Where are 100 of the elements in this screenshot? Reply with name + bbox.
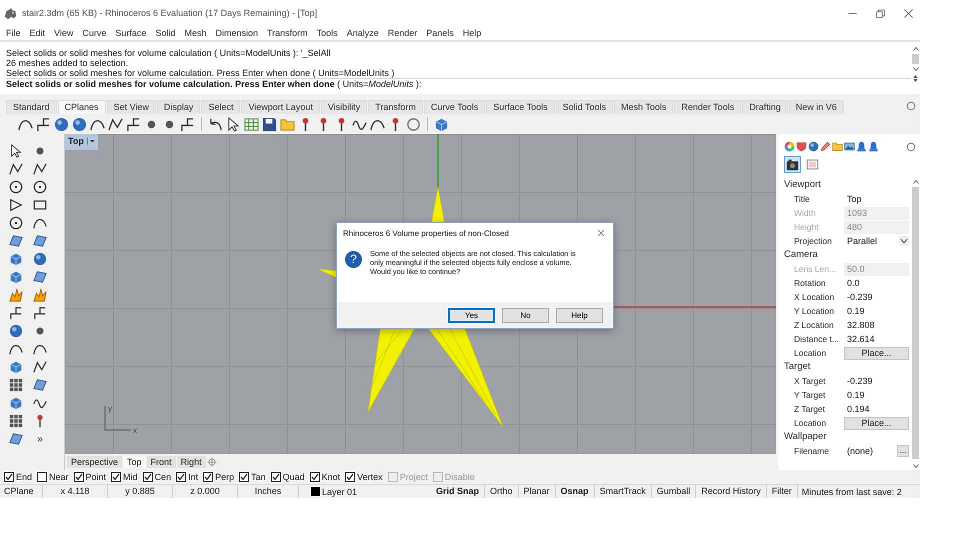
status-toggle[interactable]: Gumball: [652, 485, 696, 498]
step-line-icon[interactable]: [126, 116, 141, 132]
surface-icon[interactable]: [33, 378, 47, 392]
surface-icon[interactable]: [33, 270, 47, 284]
status-text[interactable]: CPlane: [0, 485, 43, 498]
chevron-down-icon[interactable]: [899, 236, 909, 246]
toolbar-tab[interactable]: Drafting: [742, 100, 788, 114]
menu-item[interactable]: Panels: [426, 28, 454, 38]
chevron-up-icon[interactable]: [912, 178, 920, 186]
checkbox[interactable]: [74, 472, 84, 482]
close-icon[interactable]: [597, 229, 605, 237]
dialog-button[interactable]: Yes: [448, 308, 495, 322]
dialog-button[interactable]: Help: [556, 308, 603, 322]
status-toggle[interactable]: Record History: [696, 485, 767, 498]
cube-icon[interactable]: [9, 360, 23, 374]
curve-icon[interactable]: [33, 216, 47, 230]
toolbar-tab[interactable]: Viewport Layout: [241, 100, 320, 114]
menu-item[interactable]: Dimension: [215, 28, 258, 38]
cursor-arrow-icon[interactable]: [226, 116, 241, 132]
surface-icon[interactable]: [33, 234, 47, 248]
bell-icon[interactable]: [868, 141, 879, 152]
ring-icon[interactable]: [406, 116, 421, 132]
menu-item[interactable]: Curve: [82, 28, 106, 38]
grid-window-icon[interactable]: [244, 116, 259, 132]
circle-icon[interactable]: [33, 180, 47, 194]
toolbar-tab[interactable]: Display: [156, 100, 200, 114]
color-wheel-icon[interactable]: [784, 141, 795, 152]
surface-icon[interactable]: [9, 432, 23, 446]
image-icon[interactable]: [844, 141, 855, 152]
cube-icon[interactable]: [9, 270, 23, 284]
viewport-tab[interactable]: Right: [176, 456, 206, 468]
status-toggle[interactable]: SmartTrack: [594, 485, 652, 498]
step-line-icon[interactable]: [33, 306, 47, 320]
menu-item[interactable]: View: [54, 28, 74, 38]
viewport-tab[interactable]: Perspective: [67, 456, 122, 468]
menu-item[interactable]: Transform: [267, 28, 308, 38]
cube-icon[interactable]: [434, 116, 449, 132]
curve-icon[interactable]: [33, 342, 47, 356]
command-prompt[interactable]: Select solids or solid meshes for volume calculation. Press Enter when done ( Units=ModelUnits ):: [6, 78, 911, 90]
spin-arrows-icon[interactable]: [911, 74, 920, 83]
place-button[interactable]: Place...: [844, 346, 909, 360]
checkbox[interactable]: [345, 472, 356, 482]
checkbox[interactable]: [270, 472, 281, 482]
polyline-icon[interactable]: [33, 360, 47, 374]
step-line-icon[interactable]: [9, 306, 23, 320]
square-grid-icon[interactable]: [9, 378, 23, 392]
scrollbar-thumb[interactable]: [912, 187, 919, 459]
polyline-icon[interactable]: [108, 116, 123, 132]
checkbox[interactable]: [111, 472, 122, 482]
layer-name[interactable]: Layer 01: [322, 486, 358, 496]
checkbox[interactable]: [4, 472, 14, 482]
more-tools-button[interactable]: »: [37, 434, 43, 444]
camera-icon[interactable]: [784, 156, 801, 173]
close-icon[interactable]: [903, 8, 914, 18]
cursor-arrow-icon[interactable]: [9, 144, 23, 158]
rectangle-icon[interactable]: [33, 198, 47, 212]
viewport-tab[interactable]: Top: [123, 456, 146, 468]
menu-item[interactable]: File: [6, 28, 21, 38]
chevron-down-icon[interactable]: [912, 65, 920, 73]
cube-icon[interactable]: [9, 396, 23, 410]
shield-icon[interactable]: [796, 141, 807, 152]
restore-icon[interactable]: [875, 8, 886, 18]
menu-item[interactable]: Solid: [155, 28, 176, 38]
status-toggle[interactable]: Ortho: [485, 485, 519, 498]
burst-icon[interactable]: [9, 288, 23, 302]
status-toggle[interactable]: Osnap: [556, 485, 595, 498]
toolbar-tab[interactable]: Select: [201, 100, 240, 114]
menu-item[interactable]: Analyze: [346, 28, 379, 38]
place-button[interactable]: Place...: [844, 416, 909, 430]
status-toggle[interactable]: Planar: [518, 485, 556, 498]
checkbox[interactable]: [203, 472, 214, 482]
scrollbar-thumb[interactable]: [912, 54, 919, 64]
burst-icon[interactable]: [33, 288, 47, 302]
polyline-icon[interactable]: [9, 162, 23, 176]
circle-icon[interactable]: [9, 180, 23, 194]
square-grid-icon[interactable]: [9, 414, 23, 428]
viewport-title-tab[interactable]: Top: [65, 134, 98, 150]
toolbar-tab[interactable]: CPlanes: [58, 100, 106, 114]
layer-color-swatch[interactable]: [311, 487, 320, 496]
viewport-tab[interactable]: Front: [146, 456, 176, 468]
sphere-icon[interactable]: [72, 116, 87, 132]
toolbar-tab[interactable]: Visibility: [320, 100, 368, 114]
status-toggle[interactable]: Filter: [766, 485, 798, 498]
browse-button[interactable]: ...: [897, 445, 909, 457]
folder-icon[interactable]: [832, 141, 843, 152]
chevron-up-icon[interactable]: [912, 45, 920, 53]
checkbox[interactable]: [37, 472, 48, 482]
toolbar-tab[interactable]: Render Tools: [674, 100, 742, 114]
sphere-icon[interactable]: [808, 141, 819, 152]
toolbar-tab[interactable]: Mesh Tools: [614, 100, 674, 114]
curve-icon[interactable]: [9, 342, 23, 356]
toolbar-tab[interactable]: Surface Tools: [486, 100, 555, 114]
step-line-icon[interactable]: [180, 116, 195, 132]
checkbox[interactable]: [310, 472, 320, 482]
menu-item[interactable]: Render: [388, 28, 418, 38]
toolbar-tab[interactable]: Transform: [368, 100, 423, 114]
status-toggle[interactable]: Grid Snap: [431, 485, 486, 498]
menu-item[interactable]: Edit: [30, 28, 46, 38]
menu-item[interactable]: Help: [462, 28, 482, 38]
menu-item[interactable]: Surface: [115, 28, 146, 38]
